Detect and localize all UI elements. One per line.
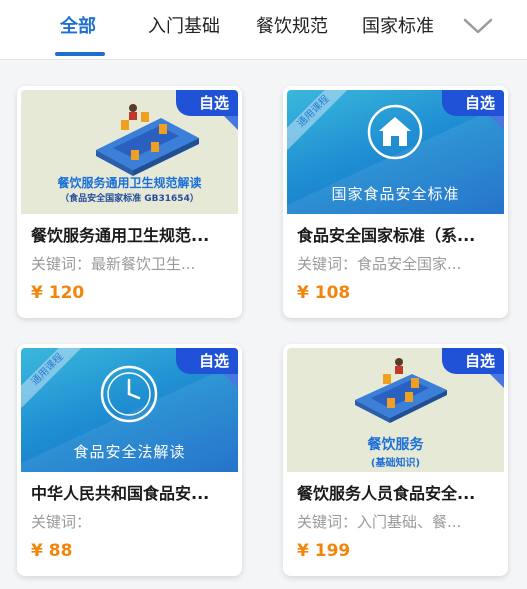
course-thumbnail: 餐饮服务通用卫生规范解读 （食品安全国家标准 GB31654） 自选: [21, 90, 238, 214]
course-price: ¥ 108: [297, 283, 351, 303]
course-card-national-food-safety-standard[interactable]: 通用课程 国家食品安全标准 自选 食品安全国家标准（系... 关键词：食品安全国…: [283, 86, 508, 318]
thumbnail-subtitle: (基础知识): [370, 458, 421, 469]
course-title: 餐饮服务通用卫生规范...: [31, 226, 210, 245]
active-tab-indicator: [55, 52, 105, 56]
badge-fold: [490, 116, 504, 130]
badge-fold: [490, 374, 504, 388]
thumbnail-caption: 食品安全法解读: [73, 443, 186, 461]
badge-fold: [224, 374, 238, 388]
course-thumbnail: 通用课程 食品安全法解读 自选: [21, 348, 238, 472]
tab-national-standards[interactable]: 国家标准: [362, 12, 434, 38]
course-keywords: 关键词：最新餐饮卫生...: [31, 255, 196, 273]
course-card-catering-staff-food-safety[interactable]: 餐饮服务 (基础知识) 自选 餐饮服务人员食品安全... 关键词：入门基础、餐.…: [283, 344, 508, 576]
course-title: 中华人民共和国食品安...: [31, 484, 210, 503]
thumbnail-title: 餐饮服务: [367, 437, 424, 453]
badge-fold: [224, 116, 238, 130]
elective-badge: 自选: [176, 90, 238, 116]
expand-tabs-button[interactable]: [458, 10, 498, 42]
category-tab-bar: 全部 入门基础 餐饮规范 国家标准: [0, 0, 527, 60]
course-keywords: 关键词：入门基础、餐...: [297, 513, 462, 531]
chevron-down-icon: [463, 18, 493, 34]
elective-badge: 自选: [442, 90, 504, 116]
tab-catering-standards[interactable]: 餐饮规范: [256, 12, 328, 38]
elective-badge: 自选: [442, 348, 504, 374]
course-title: 食品安全国家标准（系...: [297, 226, 476, 245]
course-card-catering-hygiene[interactable]: 餐饮服务通用卫生规范解读 （食品安全国家标准 GB31654） 自选 餐饮服务通…: [17, 86, 242, 318]
thumbnail-title: 餐饮服务通用卫生规范解读: [57, 176, 202, 190]
course-thumbnail: 通用课程 国家食品安全标准 自选: [287, 90, 504, 214]
course-price: ¥ 120: [31, 283, 85, 303]
course-price: ¥ 88: [31, 541, 73, 561]
course-keywords: 关键词：: [31, 513, 92, 531]
thumbnail-caption: 国家食品安全标准: [331, 185, 460, 203]
course-thumbnail: 餐饮服务 (基础知识) 自选: [287, 348, 504, 472]
tab-beginner-basics[interactable]: 入门基础: [148, 12, 220, 38]
course-card-food-safety-law[interactable]: 通用课程 食品安全法解读 自选 中华人民共和国食品安... 关键词： ¥ 88: [17, 344, 242, 576]
elective-badge: 自选: [176, 348, 238, 374]
tab-all[interactable]: 全部: [60, 12, 96, 38]
thumbnail-subtitle: （食品安全国家标准 GB31654）: [60, 194, 199, 204]
course-price: ¥ 199: [297, 541, 351, 561]
course-title: 餐饮服务人员食品安全...: [297, 484, 476, 503]
course-keywords: 关键词：食品安全国家...: [297, 255, 462, 273]
